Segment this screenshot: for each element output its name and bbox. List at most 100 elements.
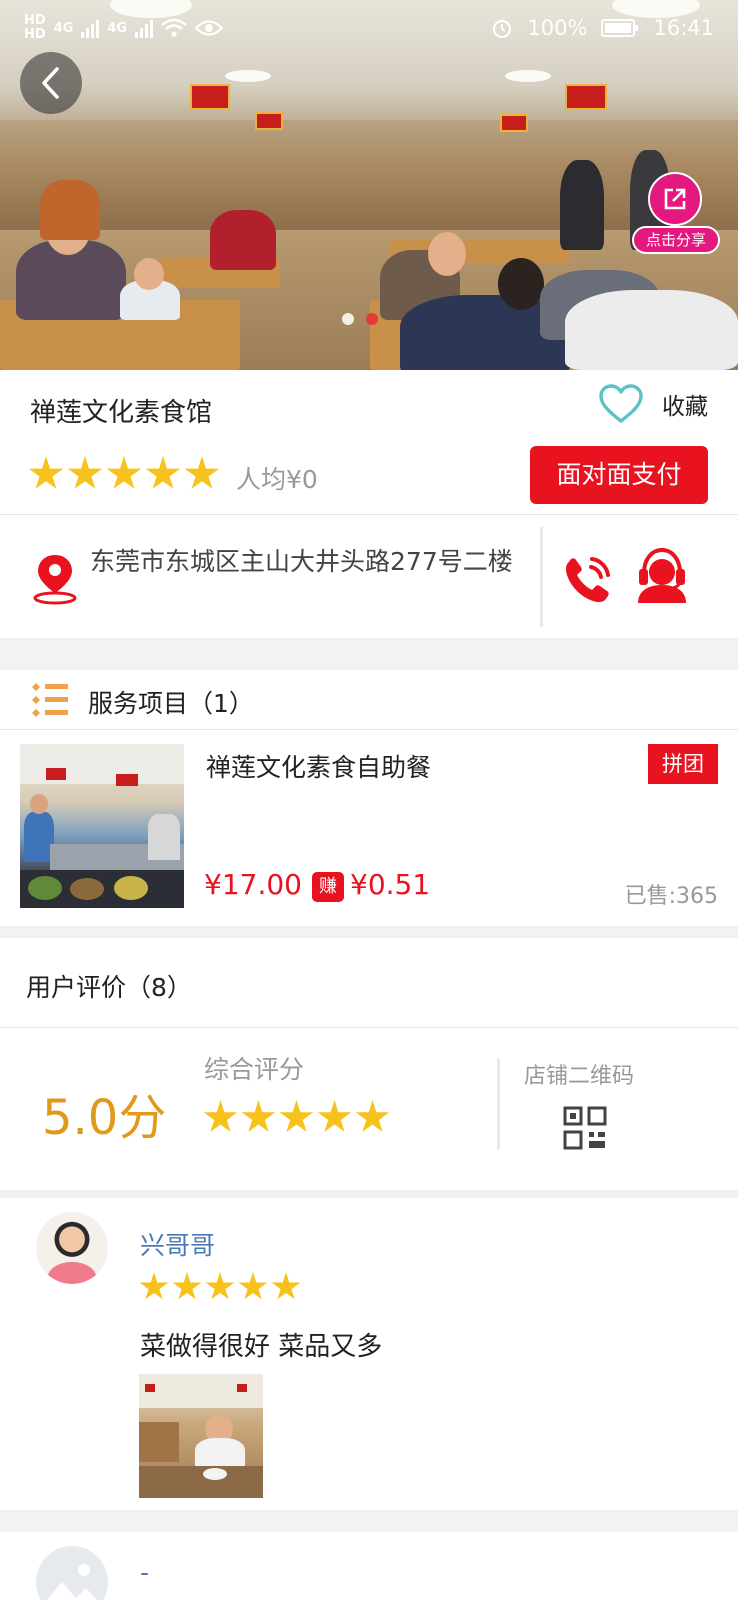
- star-icon: [139, 1272, 169, 1300]
- thumb-person: [148, 814, 180, 860]
- avatar[interactable]: [36, 1546, 108, 1600]
- heart-outline-icon: [599, 384, 643, 423]
- star-icon: [184, 456, 220, 489]
- hd-indicator-2: HD: [24, 27, 46, 42]
- star-icon: [205, 1272, 235, 1300]
- favorite-label: 收藏: [662, 394, 708, 420]
- star-icon: [172, 1272, 202, 1300]
- favorite-button[interactable]: 收藏: [598, 384, 708, 424]
- back-button[interactable]: [20, 52, 82, 114]
- signal-label-1: 4G: [53, 20, 74, 36]
- star-icon: [317, 1100, 352, 1132]
- photo-person: [560, 160, 604, 250]
- section-gap: [0, 638, 738, 670]
- review-text: 菜做得很好 菜品又多: [140, 1332, 383, 1362]
- services-header: 服务项目（1）: [0, 670, 738, 730]
- photo-table: [139, 1466, 263, 1498]
- qr-code-icon[interactable]: [563, 1106, 607, 1150]
- face-to-face-pay-button[interactable]: 面对面支付: [530, 446, 708, 504]
- status-system: 100% 16:41: [491, 16, 714, 40]
- photo-person: [565, 290, 738, 370]
- thumb-dish: [114, 876, 148, 900]
- photo-banner: [190, 84, 230, 110]
- status-network: HD HD 4G 4G: [24, 13, 224, 42]
- avg-price: 人均¥0: [236, 465, 318, 494]
- review-item: 兴哥哥 菜做得很好 菜品又多: [0, 1198, 738, 1510]
- photo-banner: [255, 112, 283, 130]
- shop-qr-label[interactable]: 店铺二维码: [524, 1058, 634, 1090]
- photo-person: [40, 180, 100, 240]
- photo-person: [195, 1438, 245, 1468]
- clock: 16:41: [653, 16, 714, 40]
- overall-score: 5.0分: [42, 1090, 167, 1146]
- star-icon: [106, 456, 142, 489]
- photo-bowl: [203, 1468, 227, 1480]
- shop-address[interactable]: 东莞市东城区主山大井头路277号二楼: [90, 543, 520, 581]
- avatar[interactable]: [36, 1212, 108, 1284]
- review-photo[interactable]: [139, 1374, 263, 1498]
- service-price: ¥17.00: [204, 868, 302, 901]
- review-username[interactable]: -: [140, 1558, 149, 1587]
- photo-chairs: [139, 1422, 179, 1462]
- photo-banner: [565, 84, 607, 110]
- battery-percent: 100%: [527, 16, 588, 40]
- shop-info: 禅莲文化素食馆 收藏 人均¥0 面对面支付: [0, 370, 738, 510]
- hd-indicator: HD: [24, 13, 46, 28]
- photo-lamp: [505, 70, 551, 82]
- service-thumbnail[interactable]: [20, 744, 184, 908]
- reviews-title: 用户评价（8）: [26, 973, 192, 1002]
- earn-badge: 赚: [312, 872, 344, 902]
- carousel-dot-active[interactable]: [366, 313, 378, 325]
- services-title: 服务项目（1）: [88, 689, 254, 718]
- share-circle[interactable]: [648, 172, 702, 226]
- star-icon: [271, 1272, 301, 1300]
- shop-name: 禅莲文化素食馆: [30, 398, 213, 428]
- service-name[interactable]: 禅莲文化素食自助餐: [206, 748, 431, 784]
- reviews-header[interactable]: 用户评价（8）: [0, 938, 738, 1028]
- star-icon: [279, 1100, 314, 1132]
- star-icon: [145, 456, 181, 489]
- shop-detail-page: HD HD 4G 4G 100% 16:41 点击分享 禅莲文化素食馆 收藏 人…: [0, 0, 738, 1600]
- star-icon: [241, 1100, 276, 1132]
- shop-rating-stars: [28, 456, 220, 492]
- wifi-icon: [161, 18, 187, 37]
- signal-icon: [81, 18, 100, 38]
- sold-count: 已售:365: [624, 884, 718, 909]
- photo-person: [498, 258, 544, 310]
- review-username[interactable]: 兴哥哥: [140, 1226, 215, 1262]
- phone-ringing-icon[interactable]: [560, 551, 616, 607]
- overall-rating-stars: [203, 1100, 390, 1135]
- map-pin-icon: [33, 555, 77, 605]
- section-gap: [0, 926, 738, 938]
- star-icon: [203, 1100, 238, 1132]
- shop-photo-carousel[interactable]: HD HD 4G 4G 100% 16:41 点击分享: [0, 0, 738, 370]
- earn-amount: ¥0.51: [350, 868, 431, 901]
- share-button[interactable]: 点击分享: [632, 172, 720, 262]
- service-item[interactable]: 禅莲文化素食自助餐 拼团 ¥17.00 赚 ¥0.51 已售:365: [0, 730, 738, 926]
- review-stars: [139, 1272, 301, 1302]
- signal-label-2: 4G: [107, 20, 128, 36]
- customer-service-icon[interactable]: [634, 545, 690, 605]
- external-link-icon: [664, 188, 686, 210]
- star-icon: [28, 456, 64, 489]
- share-label[interactable]: 点击分享: [632, 226, 720, 254]
- avatar-shirt: [48, 1262, 96, 1284]
- list-icon: [32, 683, 68, 717]
- star-icon: [355, 1100, 390, 1132]
- address-row: 东莞市东城区主山大井头路277号二楼: [0, 514, 738, 638]
- photo-lamp: [225, 70, 271, 82]
- group-buy-badge: 拼团: [648, 744, 718, 784]
- photo-person: [428, 232, 466, 276]
- carousel-indicator: [342, 313, 378, 325]
- photo-person: [210, 210, 276, 270]
- divider: [540, 527, 543, 627]
- signal-icon: [135, 18, 154, 38]
- overall-rating: 5.0分 综合评分 店铺二维码: [0, 1028, 738, 1190]
- carousel-dot[interactable]: [342, 313, 354, 325]
- score-label: 综合评分: [204, 1055, 305, 1084]
- alarm-icon: [493, 19, 512, 39]
- chevron-left-icon: [42, 67, 59, 99]
- eye-icon: [195, 20, 224, 36]
- thumb-dish: [70, 878, 104, 900]
- star-icon: [238, 1272, 268, 1300]
